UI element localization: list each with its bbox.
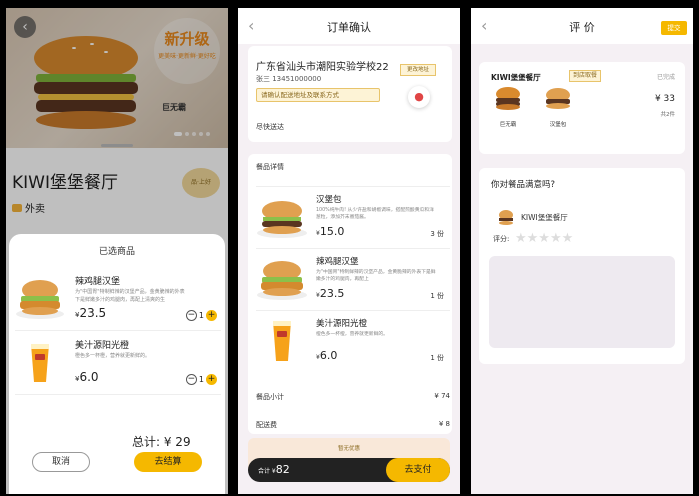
order-status: 已完成: [656, 74, 675, 81]
item-quantity: 1: [198, 311, 204, 320]
location-pin-icon[interactable]: ●: [408, 86, 430, 108]
item-price: ¥6.0: [316, 349, 338, 362]
item-quantity: 1 份: [430, 292, 444, 300]
shop-name: KIWI堡堡餐厅: [521, 213, 568, 222]
order-row: 汉堡包 100%纯牛肉! 从少许盐和胡椒调味，搭配煎酸黄瓜和洋葱粒，添加芥末番茄…: [256, 186, 450, 248]
cancel-button[interactable]: 取消: [32, 452, 90, 472]
address-card: 广东省汕头市潮阳实验学校22 张三 13451000000 请确认配送地址及联系…: [248, 46, 452, 142]
delivery-fee-value: ¥ 8: [438, 420, 450, 428]
order-row: 美汁源阳光橙 橙色多一杯橙，营养就更新鲜的。 ¥6.0 1 份: [256, 310, 450, 372]
subtotal-label: 餐品小计: [256, 393, 284, 401]
delivery-fee-row: 配送费 ¥ 8: [256, 420, 450, 430]
checkout-button[interactable]: 去结算: [134, 452, 202, 472]
order-details-card: 餐品详情 汉堡包 100%纯牛肉! 从少许盐和胡椒调味，搭配煎酸黄瓜和洋葱粒，添…: [248, 154, 452, 434]
pay-button[interactable]: 去支付: [386, 458, 450, 482]
item-name: 辣鸡腿汉堡: [75, 277, 121, 287]
order-price: ¥ 33: [654, 94, 675, 104]
mini-item: 巨无霸: [491, 86, 525, 128]
item-description: 橙色多一杯橙，营养就更新鲜的。: [75, 353, 151, 359]
delivery-address: 广东省汕头市潮阳实验学校22: [256, 62, 389, 73]
item-name: 辣鸡腿汉堡: [316, 257, 359, 267]
item-price: ¥23.5: [75, 306, 107, 320]
cart-total: 总计: ¥ 29: [132, 435, 191, 449]
shop-name: KIWI堡堡餐厅: [491, 73, 541, 82]
item-description: 为"中国胃"特制鲜辣的汉堡产品，金黄脆辣的外表下是鲜嫩多汁的鸡腿肉，再配上: [316, 270, 436, 282]
satisfaction-question: 你对餐品满意吗?: [491, 180, 556, 190]
hamburger-image: [546, 88, 570, 109]
review-textarea[interactable]: [489, 256, 675, 348]
minus-icon[interactable]: −: [185, 310, 197, 321]
item-quantity: 3 份: [430, 230, 444, 238]
sheet-title: 已选商品: [98, 247, 135, 257]
cart-item: 美汁源阳光橙 橙色多一杯橙，营养就更新鲜的。 ¥6.0 − 1 +: [15, 334, 221, 392]
order-row: 辣鸡腿汉堡 为"中国胃"特制鲜辣的汉堡产品，金黄脆辣的外表下是鲜嫩多汁的鸡腿肉，…: [256, 248, 450, 310]
submit-button[interactable]: 提交: [661, 21, 687, 35]
pay-total: 合计 ¥82: [258, 463, 290, 476]
section-title: 餐品详情: [256, 163, 284, 171]
item-description: 为"中国胃"特制鲜辣的汉堡产品，金黄脆辣的外表下是鲜嫩多汁的鸡腿肉，再配上清爽的…: [75, 289, 185, 303]
hamburger-image: [257, 201, 307, 238]
pay-bar: 合计 ¥82 去支付: [248, 458, 450, 482]
delivery-fee-label: 配送费: [256, 421, 277, 429]
item-name: 美汁源阳光橙: [75, 341, 130, 351]
order-summary-card: KIWI堡堡餐厅 到店取餐 已完成 巨无霸 汉堡包 ¥ 33 共2件: [479, 62, 685, 154]
order-confirm-screen: ‹ 订单确认 广东省汕头市潮阳实验学校22 张三 13451000000 请确认…: [238, 8, 460, 494]
change-address-button[interactable]: 更改地址: [400, 64, 436, 76]
cart-item: 辣鸡腿汉堡 为"中国胃"特制鲜辣的汉堡产品，金黄脆辣的外表下是鲜嫩多汁的鸡腿肉，…: [15, 270, 221, 328]
item-description: 橙色多一杯橙，营养就更新鲜的。: [316, 332, 388, 337]
review-screen: ‹ 评 价 提交 KIWI堡堡餐厅 到店取餐 已完成 巨无霸 汉堡包 ¥ 33 …: [471, 8, 693, 494]
pickup-badge: 到店取餐: [569, 70, 602, 82]
big-mac-image: [496, 87, 520, 110]
rating-card: 你对餐品满意吗? KIWI堡堡餐厅 评分: ★★★★★: [479, 168, 685, 364]
nav-bar: ‹ 订单确认: [238, 8, 460, 44]
plus-icon[interactable]: +: [206, 374, 217, 385]
item-price: ¥15.0: [316, 225, 345, 238]
quantity-stepper: − 1 +: [185, 374, 217, 385]
divider: [15, 394, 221, 395]
mini-item-name: 汉堡包: [549, 122, 567, 128]
chicken-burger-image: [257, 261, 307, 300]
item-name: 汉堡包: [316, 195, 342, 205]
page-title: 订单确认: [327, 21, 371, 34]
subtotal-row: 餐品小计 ¥ 74: [256, 392, 450, 402]
nav-bar: ‹ 评 价 提交: [471, 8, 693, 44]
shop-logo-icon: [499, 210, 513, 225]
item-price: ¥6.0: [75, 370, 99, 384]
quantity-stepper: − 1 +: [185, 310, 217, 321]
delivery-time[interactable]: 尽快送达: [256, 122, 284, 132]
contact-info: 张三 13451000000: [256, 75, 322, 83]
mini-item-name: 巨无霸: [499, 122, 517, 128]
shop-screen: 新升级 更美味·更新鲜·更好吃 巨无霸 ‹ KIWI堡堡餐厅 品·上好 外卖 已…: [6, 8, 228, 494]
item-description: 100%纯牛肉! 从少许盐和胡椒调味，搭配煎酸黄瓜和洋葱粒，添加芥末番茄酱。: [316, 208, 434, 220]
item-quantity: 1: [198, 375, 204, 384]
score-label: 评分:: [493, 235, 510, 243]
star-rating[interactable]: ★★★★★: [515, 231, 573, 246]
item-name: 美汁源阳光橙: [316, 319, 368, 329]
orange-juice-image: [31, 344, 49, 382]
item-quantity: 1 份: [430, 354, 444, 362]
page-title: 评 价: [569, 21, 595, 34]
item-price: ¥23.5: [316, 287, 345, 300]
address-hint: 请确认配送地址及联系方式: [256, 88, 380, 102]
mini-item: 汉堡包: [541, 86, 575, 128]
divider: [15, 330, 221, 331]
orange-juice-image: [273, 321, 291, 361]
minus-icon[interactable]: −: [185, 374, 197, 385]
plus-icon[interactable]: +: [206, 310, 217, 321]
subtotal-value: ¥ 74: [434, 392, 450, 400]
item-count: 共2件: [660, 112, 676, 118]
chicken-burger-image: [16, 280, 64, 319]
